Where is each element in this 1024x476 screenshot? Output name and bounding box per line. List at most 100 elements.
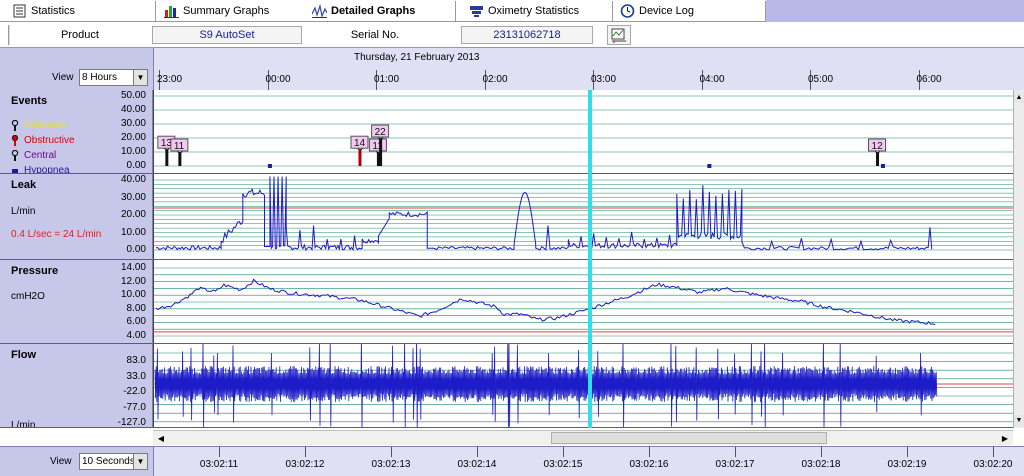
tab-bar: Statistics Summary Graphs Detailed Graph… bbox=[0, 0, 1024, 22]
second-tick-label: 03:02:17 bbox=[715, 459, 755, 470]
hour-tick-label: 02:00 bbox=[482, 74, 508, 85]
second-tick-label: 03:02:13 bbox=[371, 459, 411, 470]
y-axis-label: 10.00 bbox=[120, 146, 146, 157]
pin-icon bbox=[11, 150, 19, 161]
leak-unit: L/min bbox=[11, 206, 36, 217]
pin-icon bbox=[11, 135, 19, 146]
legend-obstructive: Obstructive bbox=[11, 135, 75, 146]
y-axis-label: 20.00 bbox=[120, 209, 146, 220]
event-marker[interactable]: 14 bbox=[350, 135, 369, 166]
y-axis-label: 8.00 bbox=[126, 302, 146, 314]
legend-label: Unknown bbox=[24, 120, 66, 131]
tab-detailed-graphs[interactable]: Detailed Graphs bbox=[306, 1, 456, 21]
tab-device-log[interactable]: Device Log bbox=[614, 1, 766, 21]
view-range-select[interactable]: 8 Hours ▼ bbox=[79, 69, 148, 86]
pin-icon bbox=[11, 120, 19, 131]
pressure-plot[interactable] bbox=[153, 260, 1013, 344]
y-axis-label: 10.00 bbox=[120, 289, 146, 301]
waveform-icon bbox=[312, 4, 327, 18]
y-axis-label: 40.00 bbox=[120, 174, 146, 185]
vertical-scrollbar[interactable]: ▲ ▼ bbox=[1013, 90, 1024, 428]
events-plot[interactable]: 13 11 14 11 22 12 bbox=[153, 90, 1013, 174]
event-marker[interactable]: 11 bbox=[368, 138, 387, 166]
event-marker-label: 12 bbox=[872, 141, 884, 152]
oximetry-icon bbox=[470, 6, 483, 17]
hour-tick-label: 01:00 bbox=[374, 74, 400, 85]
y-axis-label: 50.00 bbox=[120, 90, 146, 101]
second-tick bbox=[649, 447, 650, 457]
second-tick bbox=[391, 447, 392, 457]
y-axis-label: 20.00 bbox=[120, 132, 146, 143]
session-date: Thursday, 21 February 2013 bbox=[354, 52, 480, 63]
device-info-row: Product S9 AutoSet Serial No. 2313106271… bbox=[0, 23, 1024, 48]
second-tick-label: 03:02:14 bbox=[457, 459, 497, 470]
hour-tick-label: 03:00 bbox=[591, 74, 617, 85]
y-axis-label: 40.00 bbox=[120, 104, 146, 115]
graph-settings-button[interactable] bbox=[607, 25, 631, 45]
event-marker[interactable]: 11 bbox=[170, 138, 189, 166]
scroll-left-icon[interactable]: ◀ bbox=[154, 432, 168, 445]
y-axis-label: 12.00 bbox=[120, 275, 146, 287]
statistics-icon bbox=[13, 4, 26, 18]
y-axis-label: 0.00 bbox=[126, 160, 146, 171]
legend-label: Central bbox=[24, 150, 57, 161]
hour-tick-label: 00:00 bbox=[265, 74, 291, 85]
chevron-down-icon[interactable]: ▼ bbox=[133, 454, 147, 469]
y-axis-label: -77.0 bbox=[123, 401, 146, 413]
second-tick bbox=[219, 447, 220, 457]
second-tick bbox=[907, 447, 908, 457]
second-tick-label: 03:02:11 bbox=[199, 459, 239, 470]
y-axis-label: 30.00 bbox=[120, 191, 146, 203]
flow-trace bbox=[154, 344, 938, 427]
y-axis-label: 14.00 bbox=[120, 262, 146, 273]
chevron-down-icon[interactable]: ▼ bbox=[133, 70, 147, 85]
second-tick bbox=[305, 447, 306, 457]
legend-label: Hypopnea bbox=[24, 165, 70, 174]
hypopnea-marker bbox=[707, 164, 712, 168]
legend-label: Obstructive bbox=[24, 135, 75, 146]
events-label-panel: Events Unknown Obstructive Central Hypop… bbox=[0, 90, 153, 174]
pressure-label-panel: Pressure cmH2O 14.00 12.00 10.00 8.00 6.00 4.… bbox=[0, 260, 153, 344]
scroll-right-icon[interactable]: ▶ bbox=[998, 432, 1012, 445]
tab-label: Detailed Graphs bbox=[331, 5, 416, 17]
hour-axis: Thursday, 21 February 2013 23:00 00:00 01:… bbox=[153, 48, 1024, 90]
tab-label: Oximetry Statistics bbox=[488, 5, 580, 17]
time-cursor[interactable] bbox=[588, 90, 592, 428]
y-axis-label: 33.0 bbox=[126, 370, 146, 382]
tab-oximetry-statistics[interactable]: Oximetry Statistics bbox=[463, 1, 613, 21]
hour-tick-label: 23:00 bbox=[157, 74, 183, 85]
horizontal-scrollbar[interactable]: ◀ ▶ bbox=[153, 430, 1013, 445]
y-axis-label: 4.00 bbox=[126, 330, 146, 341]
tab-summary-graphs[interactable]: Summary Graphs bbox=[158, 1, 308, 21]
event-marker[interactable]: 12 bbox=[868, 138, 887, 166]
hour-tick-label: 06:00 bbox=[916, 74, 942, 85]
second-tick-label: 03:02:20 bbox=[973, 459, 1013, 470]
detail-axis-footer: View 10 Seconds ▼ 03:02:11 03:02:12 03:02:… bbox=[0, 446, 1024, 476]
flow-unit: L/min bbox=[11, 420, 36, 428]
y-axis-label: 0.00 bbox=[126, 244, 146, 255]
view-range-value: 8 Hours bbox=[82, 72, 118, 83]
y-axis-label: 6.00 bbox=[126, 316, 146, 328]
tab-label: Device Log bbox=[639, 5, 695, 17]
pressure-unit: cmH2O bbox=[11, 291, 45, 302]
leak-plot[interactable] bbox=[153, 174, 1013, 260]
graph-settings-icon bbox=[611, 28, 626, 43]
time-axis-header: View 8 Hours ▼ Thursday, 21 February 201… bbox=[0, 48, 1024, 90]
hour-tick-label: 04:00 bbox=[699, 74, 725, 85]
detail-view-select[interactable]: 10 Seconds ▼ bbox=[79, 453, 148, 470]
legend-unknown: Unknown bbox=[11, 120, 66, 131]
square-marker-icon bbox=[12, 169, 18, 173]
product-value: S9 AutoSet bbox=[152, 26, 302, 44]
scroll-up-icon[interactable]: ▲ bbox=[1014, 92, 1024, 103]
scroll-thumb[interactable] bbox=[551, 432, 827, 444]
flow-plot[interactable] bbox=[153, 344, 1013, 428]
leak-threshold-note: 0.4 L/sec = 24 L/min bbox=[11, 229, 102, 240]
scroll-down-icon[interactable]: ▼ bbox=[1014, 415, 1024, 426]
second-tick bbox=[735, 447, 736, 457]
tab-label: Statistics bbox=[31, 5, 76, 17]
event-marker-label: 14 bbox=[354, 138, 366, 149]
second-tick bbox=[563, 447, 564, 457]
tab-statistics[interactable]: Statistics bbox=[6, 1, 156, 21]
detailed-graphs-window: Statistics Summary Graphs Detailed Graph… bbox=[0, 0, 1024, 476]
seconds-axis: 03:02:11 03:02:12 03:02:13 03:02:14 03:02:15… bbox=[153, 447, 1024, 476]
